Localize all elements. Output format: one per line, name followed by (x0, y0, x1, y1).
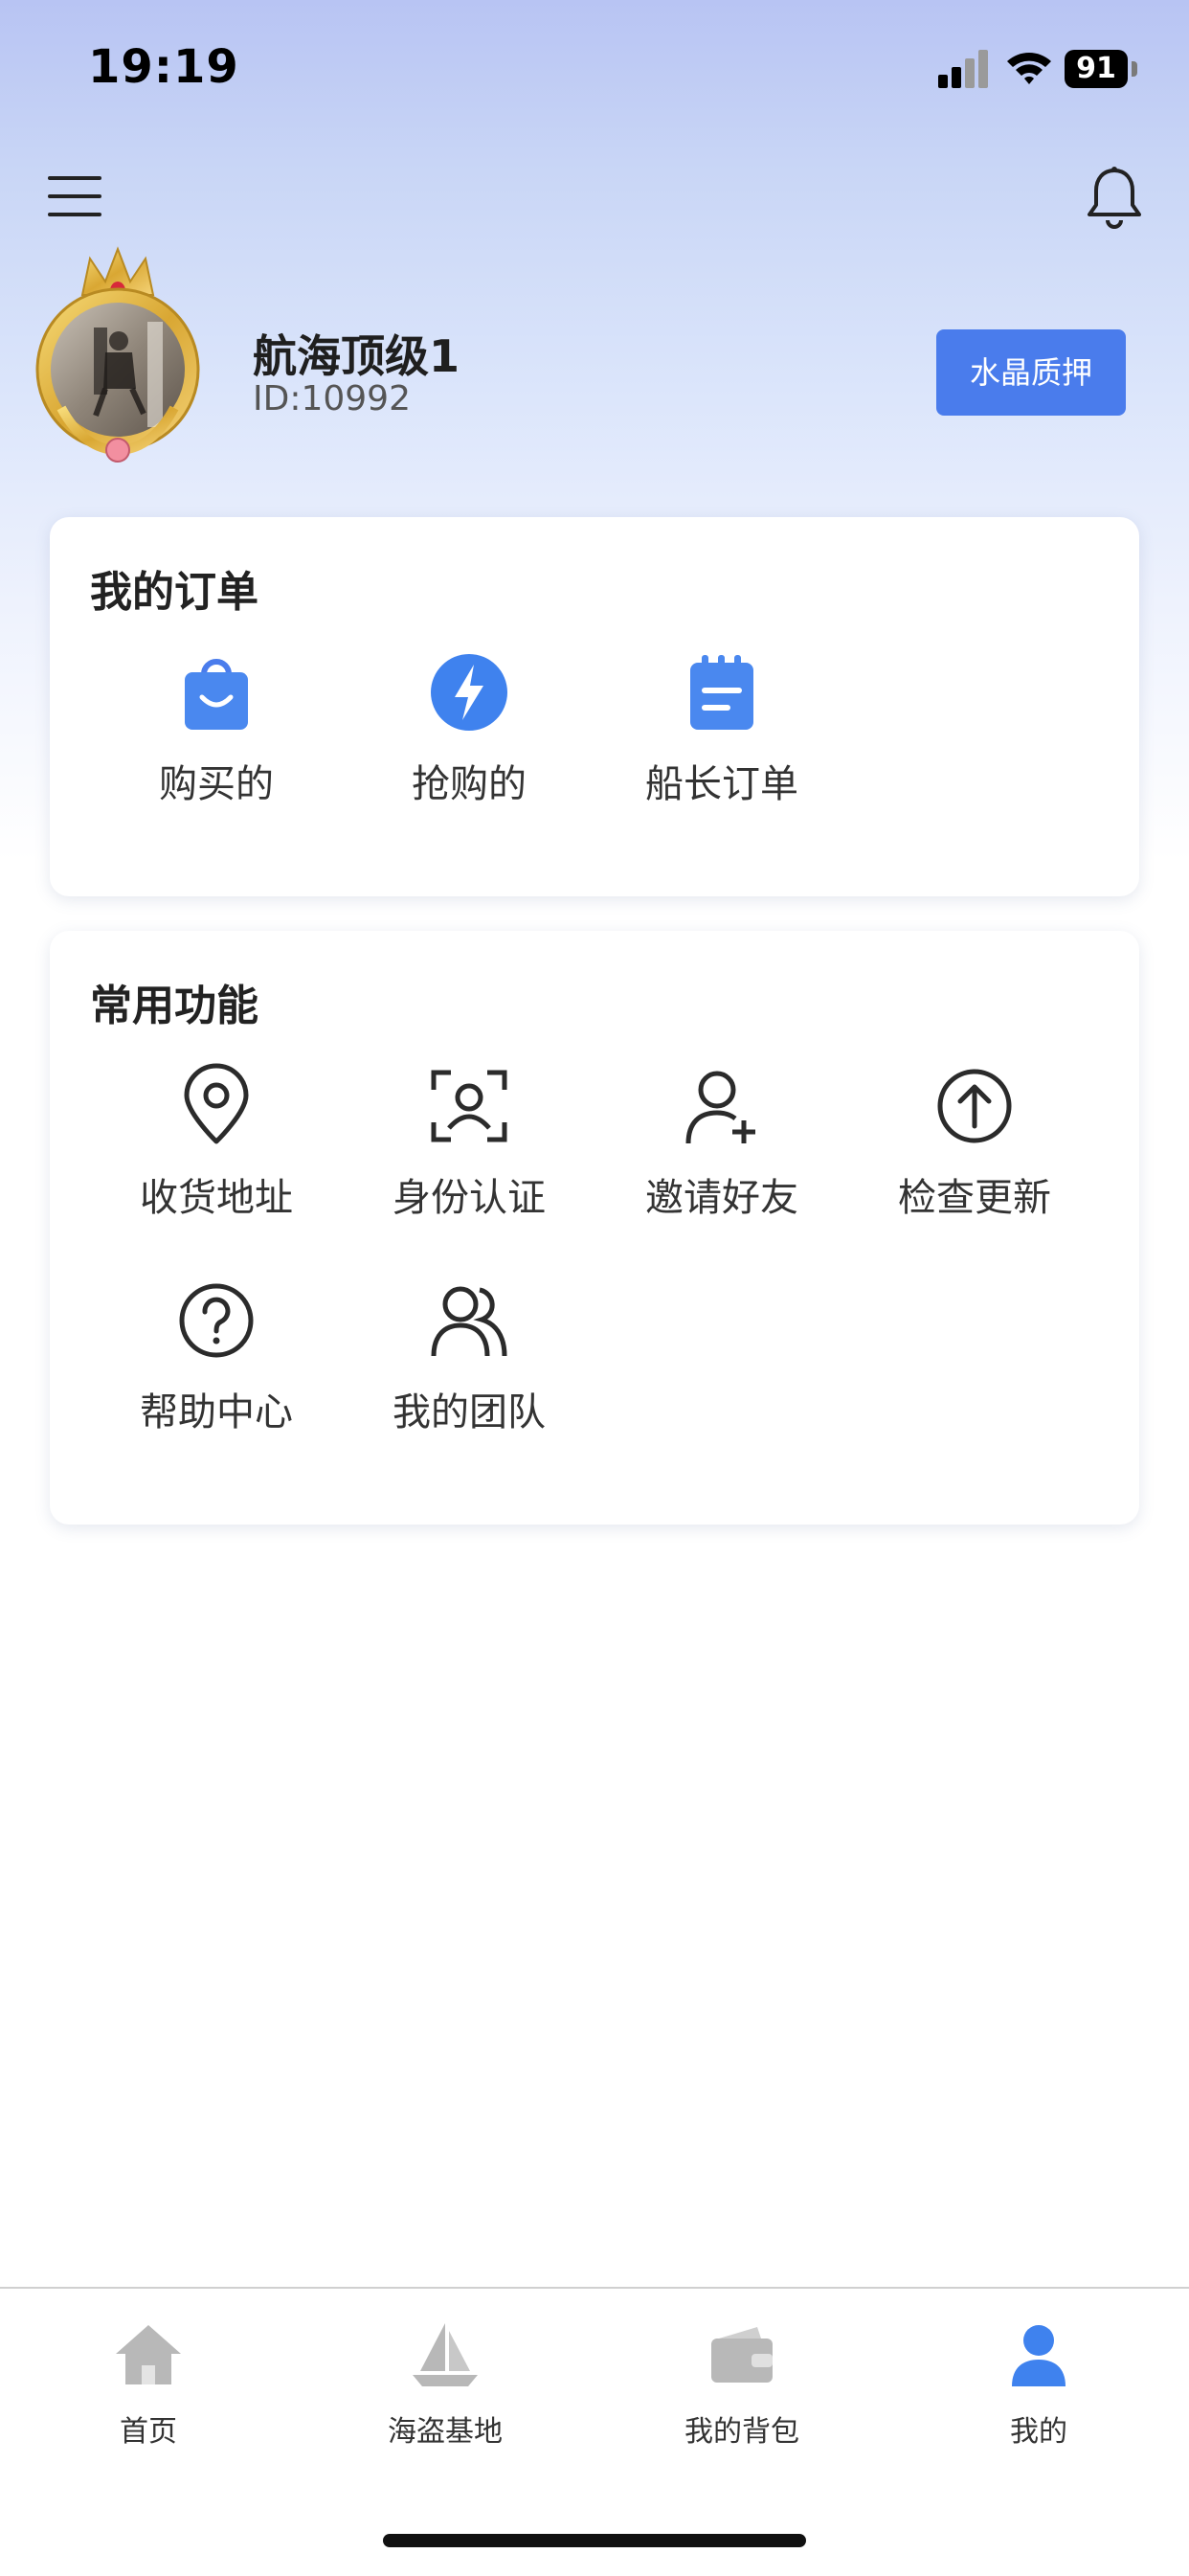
function-identity-verification[interactable]: 身份认证 (343, 1063, 595, 1222)
orders-card: 我的订单 购买的 抢购的 船长订单 (50, 517, 1139, 896)
nav-item-my-backpack[interactable]: 我的背包 (637, 2317, 847, 2450)
nav-my-backpack-label: 我的背包 (684, 2415, 799, 2449)
location-pin-icon (184, 1063, 249, 1144)
home-icon (116, 2325, 181, 2384)
orders-title: 我的订单 (90, 568, 258, 617)
nav-item-home[interactable]: 首页 (43, 2317, 254, 2450)
function-shipping-address[interactable]: 收货地址 (90, 1063, 343, 1222)
menu-icon[interactable] (46, 172, 103, 220)
shopping-bag-icon (185, 659, 248, 730)
upload-arrow-icon (937, 1069, 1012, 1143)
avatar[interactable] (27, 245, 209, 469)
profile-name: 航海顶级1 (253, 330, 460, 382)
function-invite-friends[interactable]: 邀请好友 (595, 1063, 848, 1222)
order-purchased[interactable]: 购买的 (90, 649, 343, 808)
order-purchased-label: 购买的 (159, 762, 274, 806)
nav-mine-label: 我的 (1010, 2415, 1067, 2449)
wifi-icon (1007, 53, 1051, 84)
lightning-icon (431, 654, 507, 731)
notepad-icon (690, 655, 753, 730)
function-invite-friends-label: 邀请好友 (645, 1176, 798, 1220)
function-my-team[interactable]: 我的团队 (343, 1277, 595, 1436)
function-identity-verification-label: 身份认证 (393, 1176, 546, 1220)
face-scan-icon (431, 1070, 507, 1142)
home-indicator (383, 2534, 806, 2547)
order-captain[interactable]: 船长订单 (595, 649, 848, 808)
status-bar: 19:19 91 (0, 0, 1189, 144)
bell-icon[interactable] (1084, 165, 1145, 232)
order-flash-sale[interactable]: 抢购的 (343, 649, 595, 808)
user-icon (1012, 2325, 1066, 2386)
function-check-update-label: 检查更新 (898, 1176, 1051, 1220)
help-icon (179, 1283, 254, 1358)
nav-pirate-base-label: 海盗基地 (388, 2415, 503, 2449)
nav-item-mine[interactable]: 我的 (933, 2317, 1144, 2450)
function-help-center[interactable]: 帮助中心 (90, 1277, 343, 1436)
team-icon (431, 1286, 507, 1357)
functions-title: 常用功能 (90, 982, 258, 1030)
function-check-update[interactable]: 检查更新 (848, 1063, 1101, 1222)
function-shipping-address-label: 收货地址 (140, 1176, 293, 1220)
sailboat-icon (413, 2323, 478, 2386)
status-time: 19:19 (88, 40, 239, 94)
battery-nub (1132, 61, 1137, 77)
battery-indicator: 91 (1065, 50, 1128, 88)
wallet-icon (711, 2327, 773, 2383)
nav-home-label: 首页 (120, 2415, 177, 2449)
function-my-team-label: 我的团队 (393, 1390, 546, 1435)
avatar-frame-icon (35, 246, 200, 463)
order-captain-label: 船长订单 (645, 762, 798, 806)
order-flash-sale-label: 抢购的 (412, 762, 527, 806)
profile-id: ID:10992 (253, 379, 411, 418)
function-help-center-label: 帮助中心 (140, 1390, 293, 1435)
nav-item-pirate-base[interactable]: 海盗基地 (340, 2317, 550, 2450)
crystal-pledge-button[interactable]: 水晶质押 (936, 329, 1126, 416)
add-user-icon (685, 1071, 755, 1144)
functions-card: 常用功能 收货地址 身份认证 邀请好友 检查更新 帮助中心 我的团队 (50, 931, 1139, 1525)
signal-icon (938, 50, 988, 88)
bottom-navigation: 首页 海盗基地 我的背包 我的 (0, 2287, 1189, 2576)
